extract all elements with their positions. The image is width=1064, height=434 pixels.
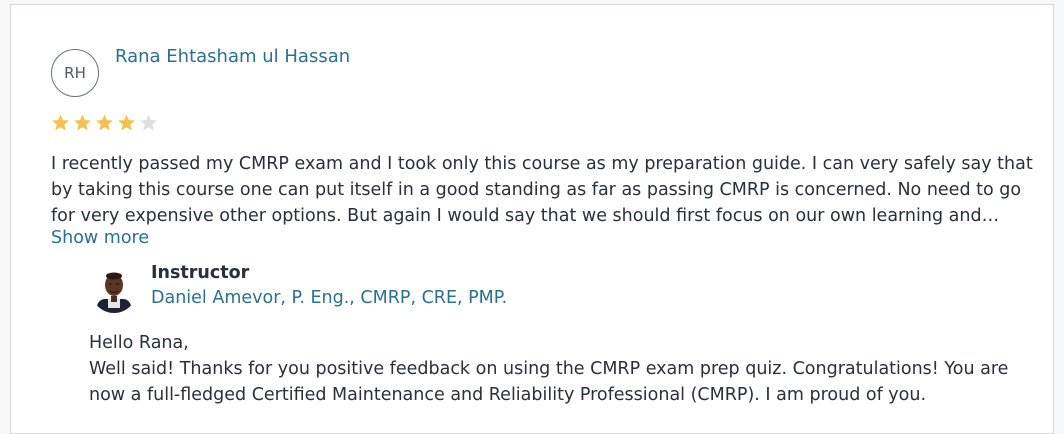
review-text-line: by taking this course one can put itself… bbox=[51, 180, 1022, 200]
review-card: RH Rana Ehtasham ul Hassan · · · · · · I… bbox=[10, 4, 1054, 434]
star-filled-icon bbox=[74, 114, 91, 131]
instructor-reply: Hello Rana, Well said! Thanks for you po… bbox=[89, 330, 1059, 408]
instructor-portrait-icon bbox=[91, 267, 137, 313]
reply-line: Hello Rana, bbox=[89, 333, 189, 353]
instructor-avatar bbox=[91, 267, 137, 313]
reply-line: Well said! Thanks for you positive feedb… bbox=[89, 359, 1009, 379]
star-empty-icon bbox=[140, 114, 157, 131]
star-rating bbox=[51, 113, 158, 132]
review-date: · · · · · · bbox=[141, 69, 174, 73]
review-text: I recently passed my CMRP exam and I too… bbox=[51, 151, 1051, 229]
reply-line: now a full-fledged Certified Maintenance… bbox=[89, 385, 927, 405]
avatar: RH bbox=[51, 49, 99, 97]
star-filled-icon bbox=[52, 114, 69, 131]
review-text-line: I recently passed my CMRP exam and I too… bbox=[51, 154, 1033, 174]
show-more-link[interactable]: Show more bbox=[51, 228, 149, 248]
instructor-label: Instructor bbox=[151, 263, 250, 283]
review-text-line: for very expensive other options. But ag… bbox=[51, 206, 1000, 226]
star-filled-icon bbox=[96, 114, 113, 131]
star-filled-icon bbox=[118, 114, 135, 131]
avatar-initials: RH bbox=[64, 64, 86, 82]
instructor-name-link[interactable]: Daniel Amevor, P. Eng., CMRP, CRE, PMP. bbox=[151, 288, 507, 308]
reviewer-name: Rana Ehtasham ul Hassan bbox=[115, 46, 351, 67]
